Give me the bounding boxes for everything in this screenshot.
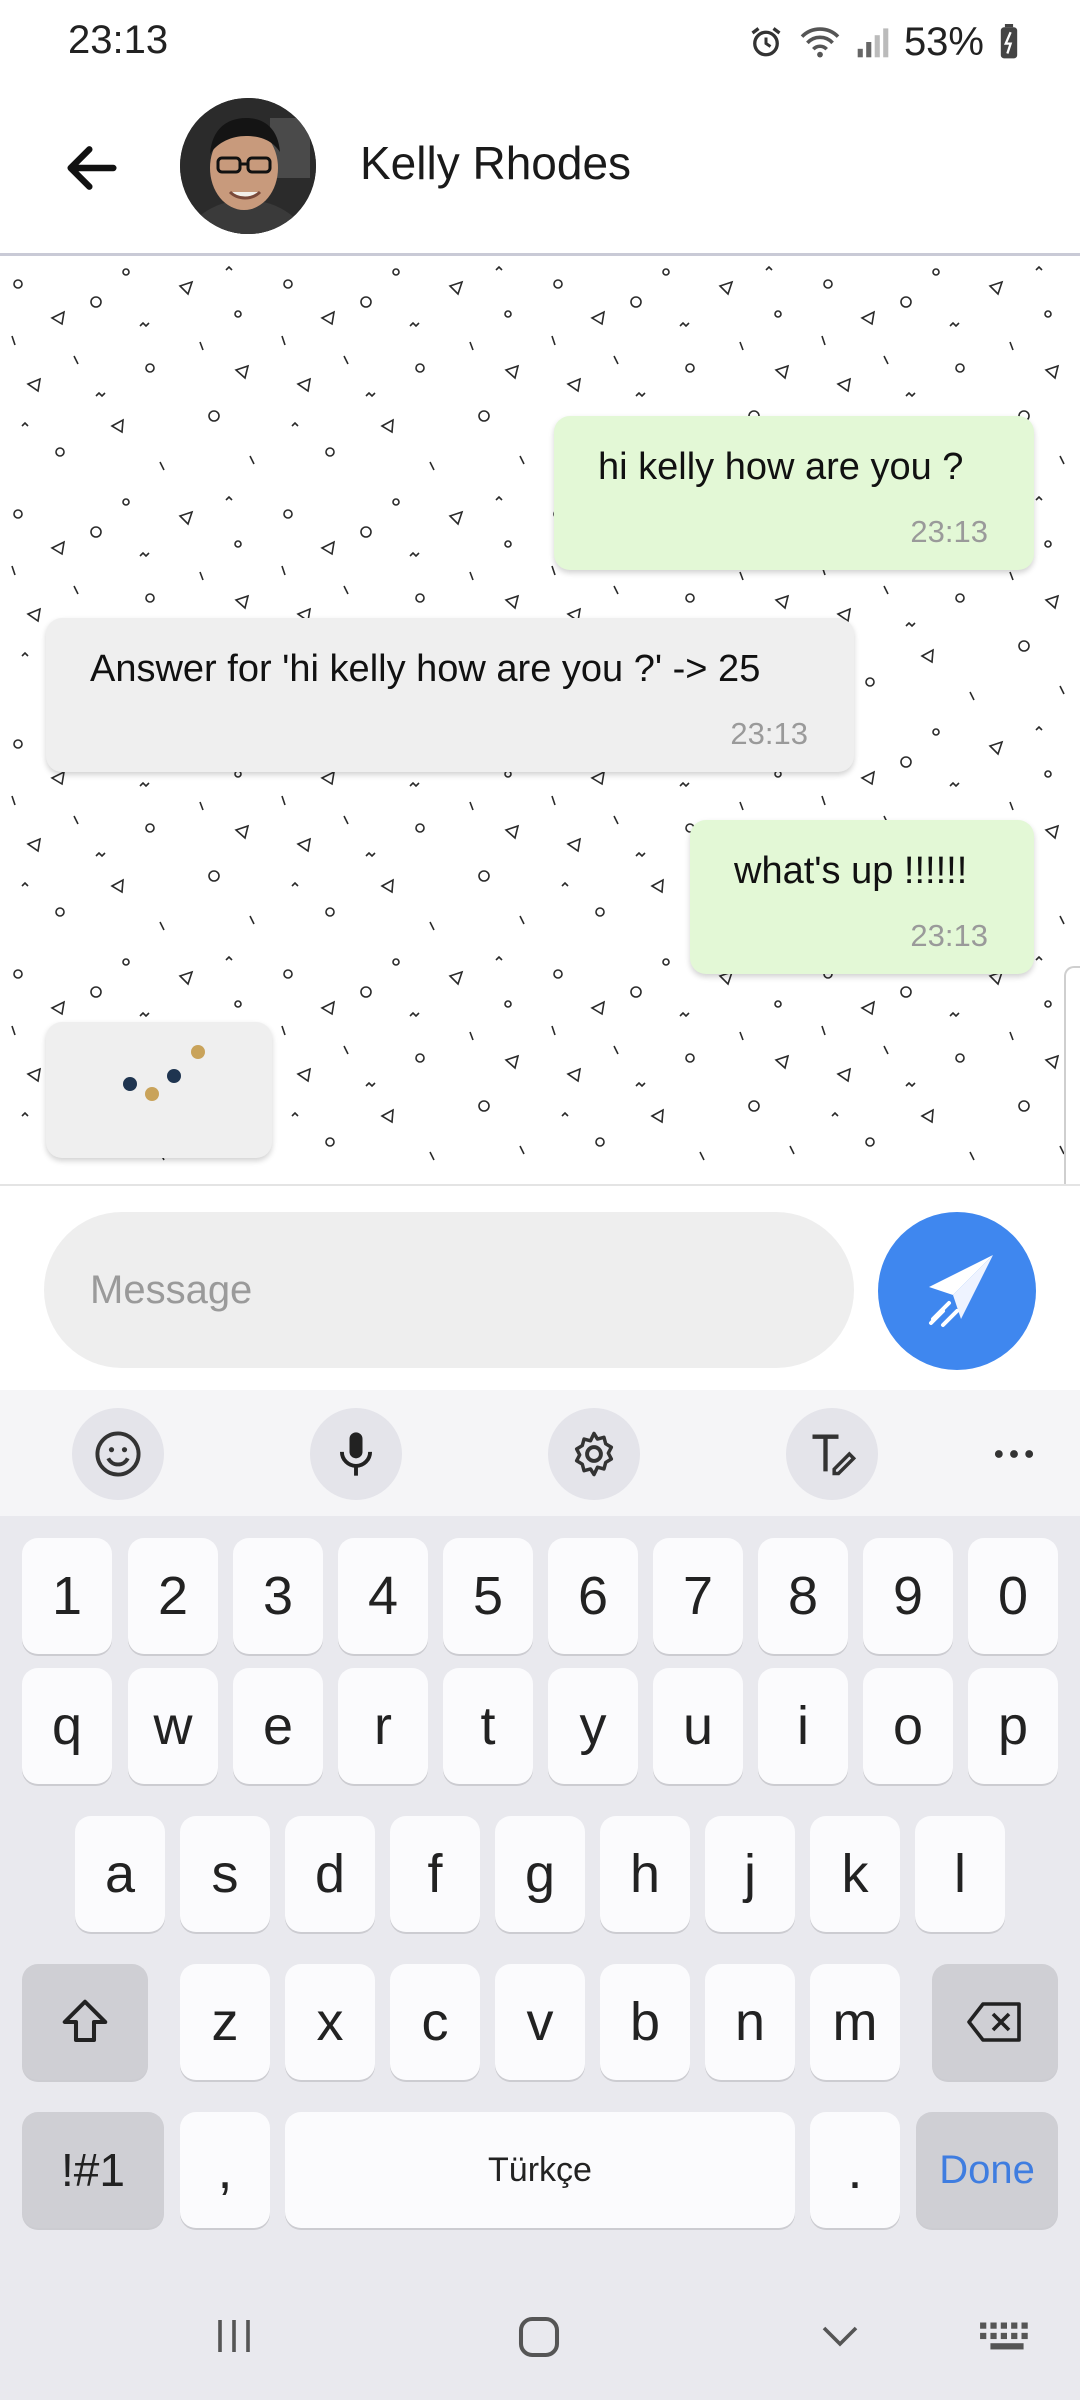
message-text: what's up !!!!!! <box>734 850 968 892</box>
battery-percent: 53% <box>903 19 984 64</box>
more-options-button[interactable] <box>968 1408 1060 1500</box>
chat-header: Kelly Rhodes <box>0 88 1080 256</box>
key-5[interactable]: 5 <box>443 1538 533 1654</box>
message-input[interactable] <box>44 1212 854 1368</box>
recent-apps-icon[interactable] <box>210 2312 258 2360</box>
key-u[interactable]: u <box>653 1668 743 1784</box>
keyboard-settings-button[interactable] <box>548 1408 640 1500</box>
backspace-key[interactable] <box>932 1964 1058 2080</box>
chevron-down-icon[interactable] <box>814 2312 866 2360</box>
handwriting-icon <box>812 1434 857 1476</box>
message-text: Answer for 'hi kelly how are you ?' -> 2… <box>90 648 761 690</box>
key-v[interactable]: v <box>495 1964 585 2080</box>
key-k[interactable]: k <box>810 1816 900 1932</box>
backspace-icon <box>967 2002 1021 2042</box>
paper-plane-icon <box>929 1255 993 1327</box>
comma-key[interactable]: , <box>180 2112 270 2228</box>
battery-icon <box>998 24 1020 60</box>
scrollbar[interactable] <box>1064 966 1080 1184</box>
keyboard: 1 2 3 4 5 6 7 8 9 0 q w e r t y u i o p … <box>0 1390 1080 2400</box>
key-t[interactable]: t <box>443 1668 533 1784</box>
key-9[interactable]: 9 <box>863 1538 953 1654</box>
message-bubble-incoming[interactable]: Answer for 'hi kelly how are you ?' -> 2… <box>46 618 854 772</box>
key-f[interactable]: f <box>390 1816 480 1932</box>
typing-dots-icon <box>123 1045 205 1101</box>
message-text: hi kelly how are you ? <box>598 446 964 488</box>
keyboard-toolbar <box>0 1390 1080 1516</box>
done-key[interactable]: Done <box>916 2112 1058 2228</box>
key-6[interactable]: 6 <box>548 1538 638 1654</box>
key-p[interactable]: p <box>968 1668 1058 1784</box>
key-h[interactable]: h <box>600 1816 690 1932</box>
message-time: 23:13 <box>910 918 988 953</box>
key-x[interactable]: x <box>285 1964 375 2080</box>
key-l[interactable]: l <box>915 1816 1005 1932</box>
key-r[interactable]: r <box>338 1668 428 1784</box>
key-3[interactable]: 3 <box>233 1538 323 1654</box>
key-w[interactable]: w <box>128 1668 218 1784</box>
key-2[interactable]: 2 <box>128 1538 218 1654</box>
back-button[interactable] <box>52 128 132 208</box>
send-button[interactable] <box>878 1212 1036 1370</box>
key-q[interactable]: q <box>22 1668 112 1784</box>
key-j[interactable]: j <box>705 1816 795 1932</box>
key-8[interactable]: 8 <box>758 1538 848 1654</box>
signal-icon <box>856 25 890 59</box>
microphone-icon <box>339 1432 373 1476</box>
status-icons: 53% <box>748 16 1020 68</box>
key-i[interactable]: i <box>758 1668 848 1784</box>
key-m[interactable]: m <box>810 1964 900 2080</box>
chat-area[interactable]: hi kelly how are you ? 23:13 Answer for … <box>0 256 1080 1184</box>
key-e[interactable]: e <box>233 1668 323 1784</box>
key-d[interactable]: d <box>285 1816 375 1932</box>
shift-icon <box>62 1999 108 2043</box>
contact-name[interactable]: Kelly Rhodes <box>360 136 631 190</box>
message-bubble-outgoing[interactable]: hi kelly how are you ? 23:13 <box>554 416 1034 570</box>
emoji-icon <box>95 1431 141 1477</box>
key-z[interactable]: z <box>180 1964 270 2080</box>
message-composer <box>0 1184 1080 1392</box>
key-4[interactable]: 4 <box>338 1538 428 1654</box>
message-time: 23:13 <box>910 514 988 549</box>
key-o[interactable]: o <box>863 1668 953 1784</box>
keyboard-icon[interactable] <box>978 2316 1036 2358</box>
key-s[interactable]: s <box>180 1816 270 1932</box>
key-1[interactable]: 1 <box>22 1538 112 1654</box>
key-c[interactable]: c <box>390 1964 480 2080</box>
key-7[interactable]: 7 <box>653 1538 743 1654</box>
message-bubble-outgoing[interactable]: what's up !!!!!! 23:13 <box>690 820 1034 974</box>
home-icon[interactable] <box>512 2310 566 2364</box>
emoji-button[interactable] <box>72 1408 164 1500</box>
status-bar: 23:13 53% <box>0 0 1080 88</box>
message-time: 23:13 <box>730 716 808 751</box>
key-0[interactable]: 0 <box>968 1538 1058 1654</box>
navigation-bar <box>0 2270 1080 2400</box>
key-g[interactable]: g <box>495 1816 585 1932</box>
typing-indicator <box>46 1022 272 1158</box>
wifi-icon <box>798 24 842 60</box>
period-key[interactable]: . <box>810 2112 900 2228</box>
handwriting-button[interactable] <box>786 1408 878 1500</box>
symbols-key[interactable]: !#1 <box>22 2112 164 2228</box>
key-y[interactable]: y <box>548 1668 638 1784</box>
shift-key[interactable] <box>22 1964 148 2080</box>
settings-icon <box>574 1431 614 1477</box>
key-b[interactable]: b <box>600 1964 690 2080</box>
voice-input-button[interactable] <box>310 1408 402 1500</box>
key-a[interactable]: a <box>75 1816 165 1932</box>
key-n[interactable]: n <box>705 1964 795 2080</box>
alarm-icon <box>748 24 784 60</box>
arrow-left-icon <box>67 146 117 190</box>
status-time: 23:13 <box>68 18 169 62</box>
more-icon <box>994 1450 1034 1458</box>
avatar[interactable] <box>180 98 316 234</box>
space-key[interactable]: Türkçe <box>285 2112 795 2228</box>
